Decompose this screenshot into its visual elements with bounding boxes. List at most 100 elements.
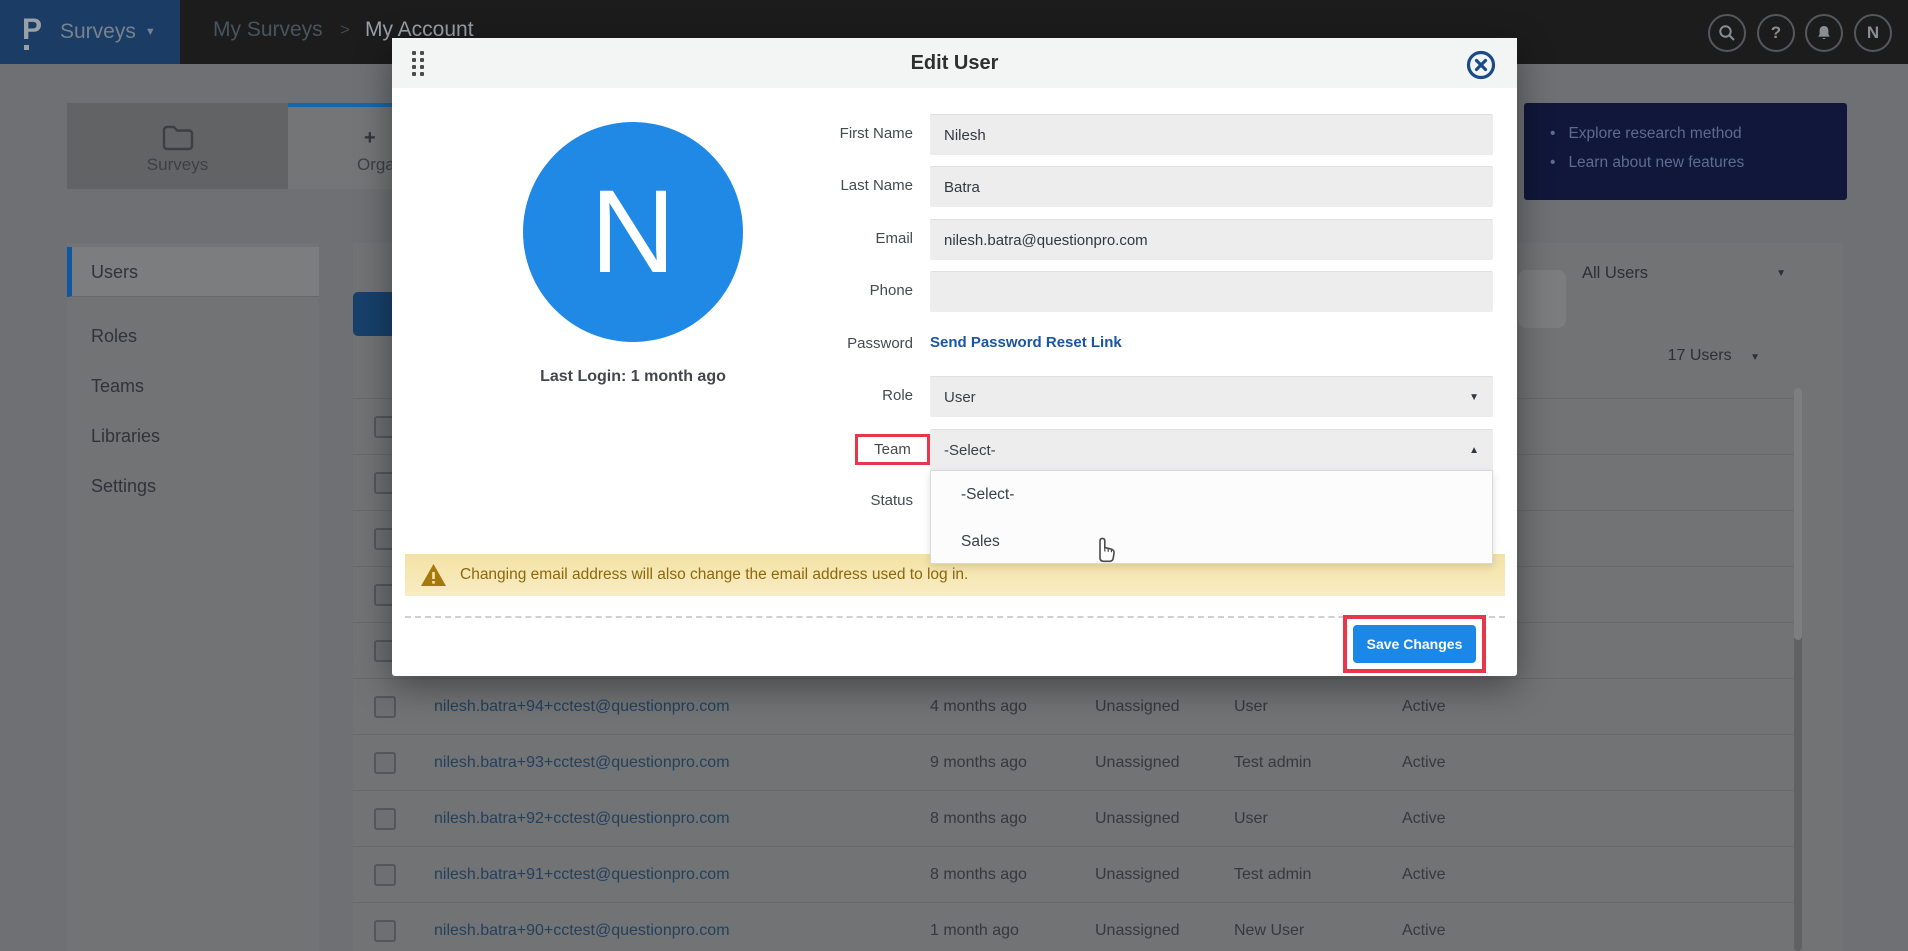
cursor-pointer-icon — [1092, 533, 1118, 568]
cell-status: Active — [1402, 735, 1446, 791]
cell-last-login: 8 months ago — [930, 847, 1027, 903]
team-label: Team — [874, 441, 911, 458]
cell-last-login: 1 month ago — [930, 903, 1019, 951]
row-checkbox[interactable] — [374, 696, 396, 718]
warning-text: Changing email address will also change … — [460, 566, 968, 584]
app-window: P Surveys ▼ My Surveys > My Account ? N … — [0, 0, 1908, 951]
sidebar-item-libraries[interactable]: Libraries — [67, 411, 319, 461]
chevron-down-icon: ▼ — [145, 26, 156, 38]
footer-divider — [405, 616, 1505, 618]
sidebar-item-roles[interactable]: Roles — [67, 311, 319, 361]
cell-email[interactable]: nilesh.batra+92+cctest@questionpro.com — [434, 791, 730, 847]
warning-icon — [420, 563, 447, 587]
table-row: nilesh.batra+91+cctest@questionpro.com 8… — [353, 846, 1797, 902]
cell-status: Active — [1402, 903, 1446, 951]
row-checkbox[interactable] — [374, 864, 396, 886]
help-icon: ? — [1771, 23, 1781, 43]
email-field[interactable] — [930, 219, 1493, 260]
cell-email[interactable]: nilesh.batra+93+cctest@questionpro.com — [434, 735, 730, 791]
team-option-sales[interactable]: Sales — [931, 518, 1492, 565]
announcements-box: Explore research method Learn about new … — [1524, 103, 1847, 200]
team-value: -Select- — [944, 442, 996, 459]
cell-team: Unassigned — [1095, 679, 1180, 735]
chevron-down-icon: ▼ — [1776, 257, 1786, 291]
product-switcher[interactable]: P Surveys ▼ — [0, 0, 180, 64]
notifications-button[interactable] — [1805, 14, 1843, 52]
user-count-label: 17 Users — [1668, 347, 1732, 364]
cell-email[interactable]: nilesh.batra+94+cctest@questionpro.com — [434, 679, 730, 735]
cell-team: Unassigned — [1095, 903, 1180, 951]
avatar-initial: N — [590, 164, 675, 300]
breadcrumb-my-surveys[interactable]: My Surveys — [213, 18, 323, 42]
product-name: Surveys — [60, 20, 136, 44]
cell-team: Unassigned — [1095, 847, 1180, 903]
search-users-field[interactable] — [1518, 270, 1566, 328]
search-button[interactable] — [1708, 14, 1746, 52]
avatar: N — [1867, 23, 1879, 43]
cell-role: User — [1234, 679, 1268, 735]
first-name-field[interactable] — [930, 114, 1493, 155]
bell-icon — [1815, 24, 1833, 42]
email-label: Email — [680, 230, 913, 247]
link-learn-about-new-features[interactable]: Learn about new features — [1550, 154, 1847, 172]
cell-role: Test admin — [1234, 735, 1311, 791]
breadcrumb-separator: > — [340, 20, 350, 40]
search-icon — [1718, 24, 1736, 42]
cell-role: New User — [1234, 903, 1304, 951]
cell-last-login: 9 months ago — [930, 735, 1027, 791]
link-explore-research-method[interactable]: Explore research method — [1550, 125, 1847, 143]
table-row: nilesh.batra+93+cctest@questionpro.com 9… — [353, 734, 1797, 790]
user-count-dropdown[interactable]: 17 Users ▼ — [1630, 347, 1760, 365]
save-button-annotation: Save Changes — [1343, 615, 1486, 673]
cell-status: Active — [1402, 847, 1446, 903]
scrollbar-thumb[interactable] — [1794, 388, 1802, 640]
cell-email[interactable]: nilesh.batra+91+cctest@questionpro.com — [434, 847, 730, 903]
save-changes-button[interactable]: Save Changes — [1353, 625, 1477, 663]
status-label: Status — [680, 492, 913, 509]
cell-last-login: 4 months ago — [930, 679, 1027, 735]
cell-email[interactable]: nilesh.batra+90+cctest@questionpro.com — [434, 903, 730, 951]
team-select[interactable]: -Select- ▲ — [930, 429, 1493, 470]
row-checkbox[interactable] — [374, 920, 396, 942]
modal-title: Edit User — [392, 38, 1517, 88]
sidebar-item-teams[interactable]: Teams — [67, 361, 319, 411]
table-row: nilesh.batra+94+cctest@questionpro.com 4… — [353, 678, 1797, 734]
tab-surveys[interactable]: Surveys — [67, 103, 288, 189]
user-filter-value: All Users — [1582, 264, 1648, 282]
team-dropdown-menu: -Select- Sales — [930, 470, 1493, 564]
cell-status: Active — [1402, 679, 1446, 735]
organization-icon: + — [364, 127, 376, 150]
table-row: nilesh.batra+90+cctest@questionpro.com 1… — [353, 902, 1797, 951]
edit-user-modal: Edit User N Last Login: 1 month ago Firs… — [392, 38, 1517, 676]
questionpro-logo-icon: P — [22, 15, 48, 49]
user-menu-button[interactable]: N — [1854, 14, 1892, 52]
sidebar-item-users[interactable]: Users — [67, 247, 319, 297]
help-button[interactable]: ? — [1757, 14, 1795, 52]
cell-team: Unassigned — [1095, 735, 1180, 791]
send-password-reset-link[interactable]: Send Password Reset Link — [930, 334, 1122, 351]
last-login-text: Last Login: 1 month ago — [473, 368, 793, 386]
cell-last-login: 8 months ago — [930, 791, 1027, 847]
first-name-label: First Name — [680, 125, 913, 142]
cell-role: Test admin — [1234, 847, 1311, 903]
modal-header: Edit User — [392, 38, 1517, 88]
cell-status: Active — [1402, 791, 1446, 847]
cell-team: Unassigned — [1095, 791, 1180, 847]
phone-field[interactable] — [930, 271, 1493, 312]
last-name-label: Last Name — [680, 177, 913, 194]
sidebar-item-settings[interactable]: Settings — [67, 461, 319, 511]
close-button[interactable] — [1466, 50, 1496, 80]
chevron-down-icon: ▼ — [1469, 377, 1479, 418]
team-option-select[interactable]: -Select- — [931, 471, 1492, 518]
user-filter-dropdown[interactable]: All Users ▼ — [1582, 256, 1800, 290]
folder-icon — [162, 125, 194, 151]
row-checkbox[interactable] — [374, 808, 396, 830]
settings-sidebar: Users Roles Teams Libraries Settings — [67, 243, 319, 951]
role-select[interactable]: User ▼ — [930, 376, 1493, 417]
last-name-field[interactable] — [930, 166, 1493, 207]
chevron-down-icon: ▼ — [1750, 352, 1760, 363]
role-label: Role — [680, 387, 913, 404]
row-checkbox[interactable] — [374, 752, 396, 774]
team-label-annotation: Team — [855, 434, 930, 465]
table-row: nilesh.batra+92+cctest@questionpro.com 8… — [353, 790, 1797, 846]
